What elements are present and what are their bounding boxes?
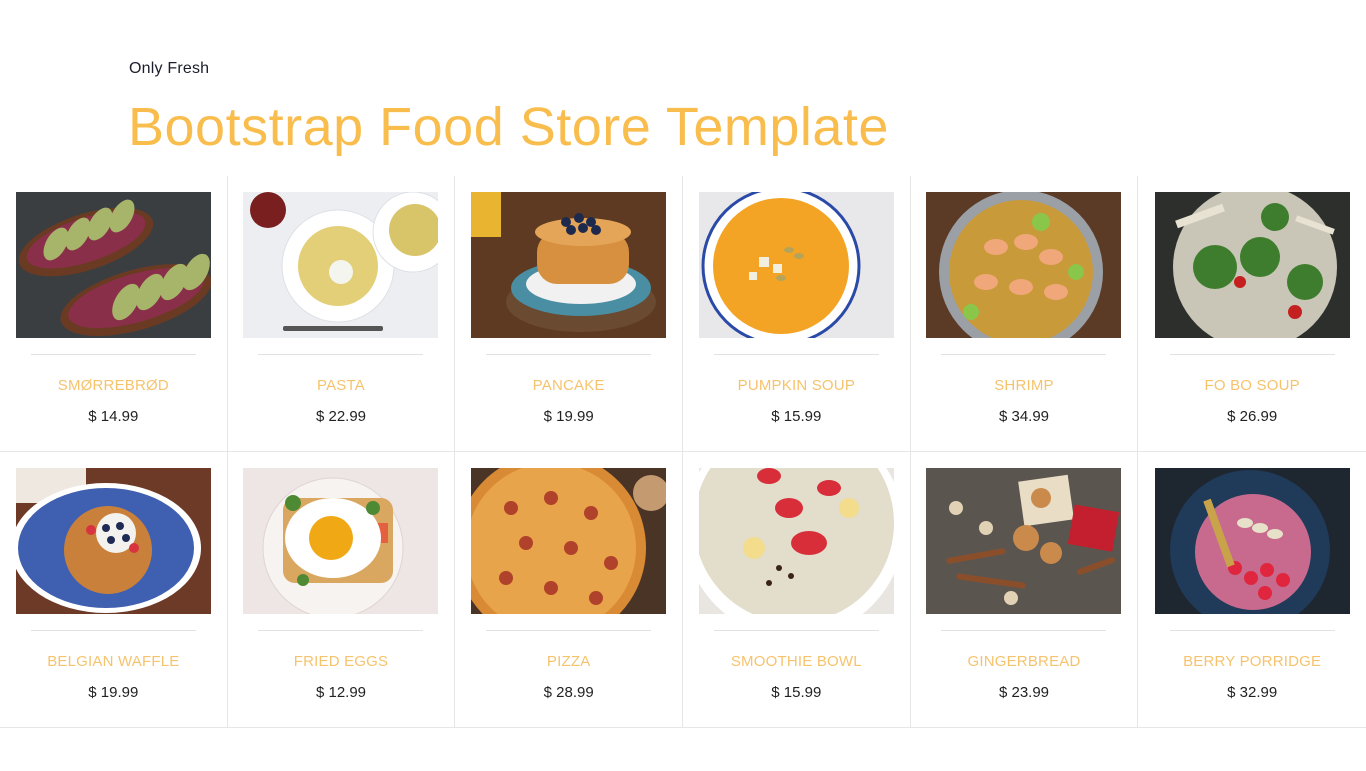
- fried-eggs-image[interactable]: [243, 468, 439, 614]
- product-price: $ 32.99: [1227, 684, 1278, 701]
- product-name[interactable]: PUMPKIN SOUP: [738, 377, 855, 394]
- pumpkin-soup-image[interactable]: [698, 192, 894, 338]
- product-price: $ 19.99: [88, 684, 139, 701]
- product-name[interactable]: SMØRREBRØD: [58, 377, 169, 394]
- product-price: $ 14.99: [88, 408, 139, 425]
- product-name[interactable]: PASTA: [317, 377, 365, 394]
- smoothie-bowl-image[interactable]: [698, 468, 894, 614]
- product-card[interactable]: FRIED EGGS $ 12.99: [228, 452, 456, 728]
- divider: [941, 630, 1107, 631]
- divider: [713, 630, 879, 631]
- product-name[interactable]: GINGERBREAD: [967, 653, 1080, 670]
- divider: [941, 354, 1107, 355]
- product-card[interactable]: SMØRREBRØD $ 14.99: [0, 176, 228, 452]
- product-price: $ 12.99: [315, 684, 367, 701]
- divider: [258, 630, 424, 631]
- product-card[interactable]: SMOOTHIE BOWL $ 15.99: [683, 452, 911, 728]
- product-card[interactable]: PIZZA $ 28.99: [455, 452, 683, 728]
- divider: [30, 354, 196, 355]
- product-name[interactable]: FRIED EGGS: [294, 653, 389, 670]
- product-name[interactable]: PANCAKE: [533, 377, 605, 394]
- product-card[interactable]: SHRIMP $ 34.99: [910, 176, 1139, 452]
- product-name[interactable]: SHRIMP: [994, 377, 1054, 394]
- product-name[interactable]: BELGIAN WAFFLE: [47, 653, 179, 670]
- product-price: $ 23.99: [998, 684, 1050, 701]
- divider: [1169, 630, 1335, 631]
- pasta-plate-image[interactable]: [243, 192, 439, 338]
- tagline: Only Fresh: [129, 60, 210, 77]
- product-card[interactable]: PASTA $ 22.99: [227, 176, 456, 452]
- product-card[interactable]: FO BO SOUP $ 26.99: [1138, 176, 1366, 452]
- shrimp-pan-image[interactable]: [926, 192, 1122, 338]
- product-price: $ 19.99: [543, 408, 594, 425]
- pancake-stack-image[interactable]: [471, 192, 667, 338]
- product-card[interactable]: GINGERBREAD $ 23.99: [911, 452, 1139, 728]
- product-price: $ 26.99: [1227, 408, 1278, 425]
- divider: [486, 354, 652, 355]
- divider: [30, 630, 196, 631]
- gingerbread-image[interactable]: [926, 468, 1122, 614]
- product-price: $ 22.99: [315, 408, 367, 425]
- product-price: $ 15.99: [771, 684, 822, 701]
- divider: [1169, 354, 1335, 355]
- product-price: $ 34.99: [998, 408, 1050, 425]
- divider: [258, 354, 424, 355]
- divider: [486, 630, 652, 631]
- product-card[interactable]: PANCAKE $ 19.99: [455, 176, 683, 452]
- divider: [713, 354, 879, 355]
- product-grid: SMØRREBRØD $ 14.99 PASTA $ 22.99 PANCAKE…: [0, 176, 1366, 728]
- product-card[interactable]: BELGIAN WAFFLE $ 19.99: [0, 452, 228, 728]
- berry-porridge-image[interactable]: [1154, 468, 1350, 614]
- page-title: Bootstrap Food Store Template: [128, 97, 889, 157]
- belgian-waffle-image[interactable]: [15, 468, 211, 614]
- product-card[interactable]: BERRY PORRIDGE $ 32.99: [1138, 452, 1366, 728]
- avocado-toast-image[interactable]: [15, 192, 211, 338]
- product-price: $ 28.99: [543, 684, 594, 701]
- product-name[interactable]: FO BO SOUP: [1204, 377, 1299, 394]
- product-name[interactable]: BERRY PORRIDGE: [1183, 653, 1321, 670]
- product-price: $ 15.99: [771, 408, 822, 425]
- product-card[interactable]: PUMPKIN SOUP $ 15.99: [683, 176, 911, 452]
- product-name[interactable]: PIZZA: [547, 653, 591, 670]
- pizza-image[interactable]: [471, 468, 667, 614]
- pho-soup-image[interactable]: [1154, 192, 1350, 338]
- product-name[interactable]: SMOOTHIE BOWL: [731, 653, 862, 670]
